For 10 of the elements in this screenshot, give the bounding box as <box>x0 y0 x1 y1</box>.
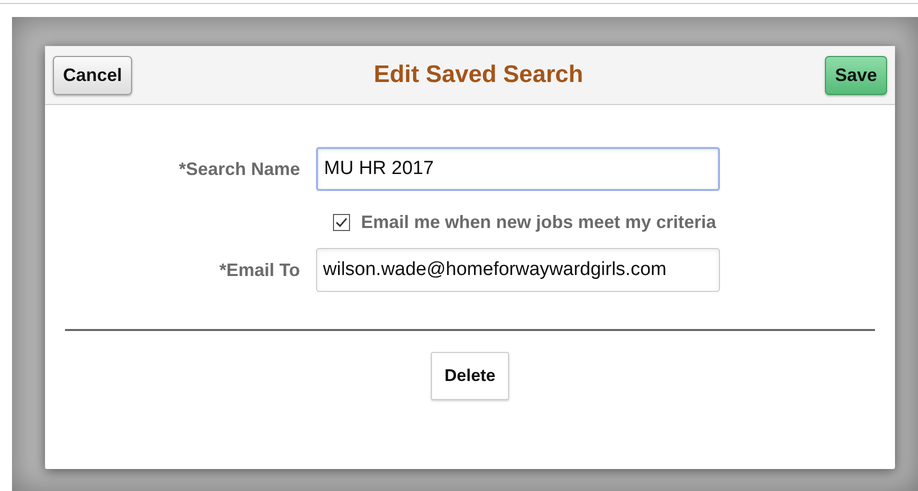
checkbox-label: Email me when new jobs meet my criteria <box>361 212 716 233</box>
delete-button[interactable]: Delete <box>431 352 509 400</box>
cancel-button[interactable]: Cancel <box>53 56 132 94</box>
search-name-field[interactable]: MU HR 2017 <box>316 147 720 191</box>
email-to-field[interactable]: wilson.wade@homeforwaywardgirls.com <box>316 248 720 292</box>
save-button[interactable]: Save <box>824 56 887 94</box>
field-label: *Email To <box>218 260 301 280</box>
checkbox[interactable] <box>333 214 350 231</box>
dialog-title: Edit Saved Search <box>374 61 584 89</box>
field-label: *Search Name <box>178 158 301 180</box>
